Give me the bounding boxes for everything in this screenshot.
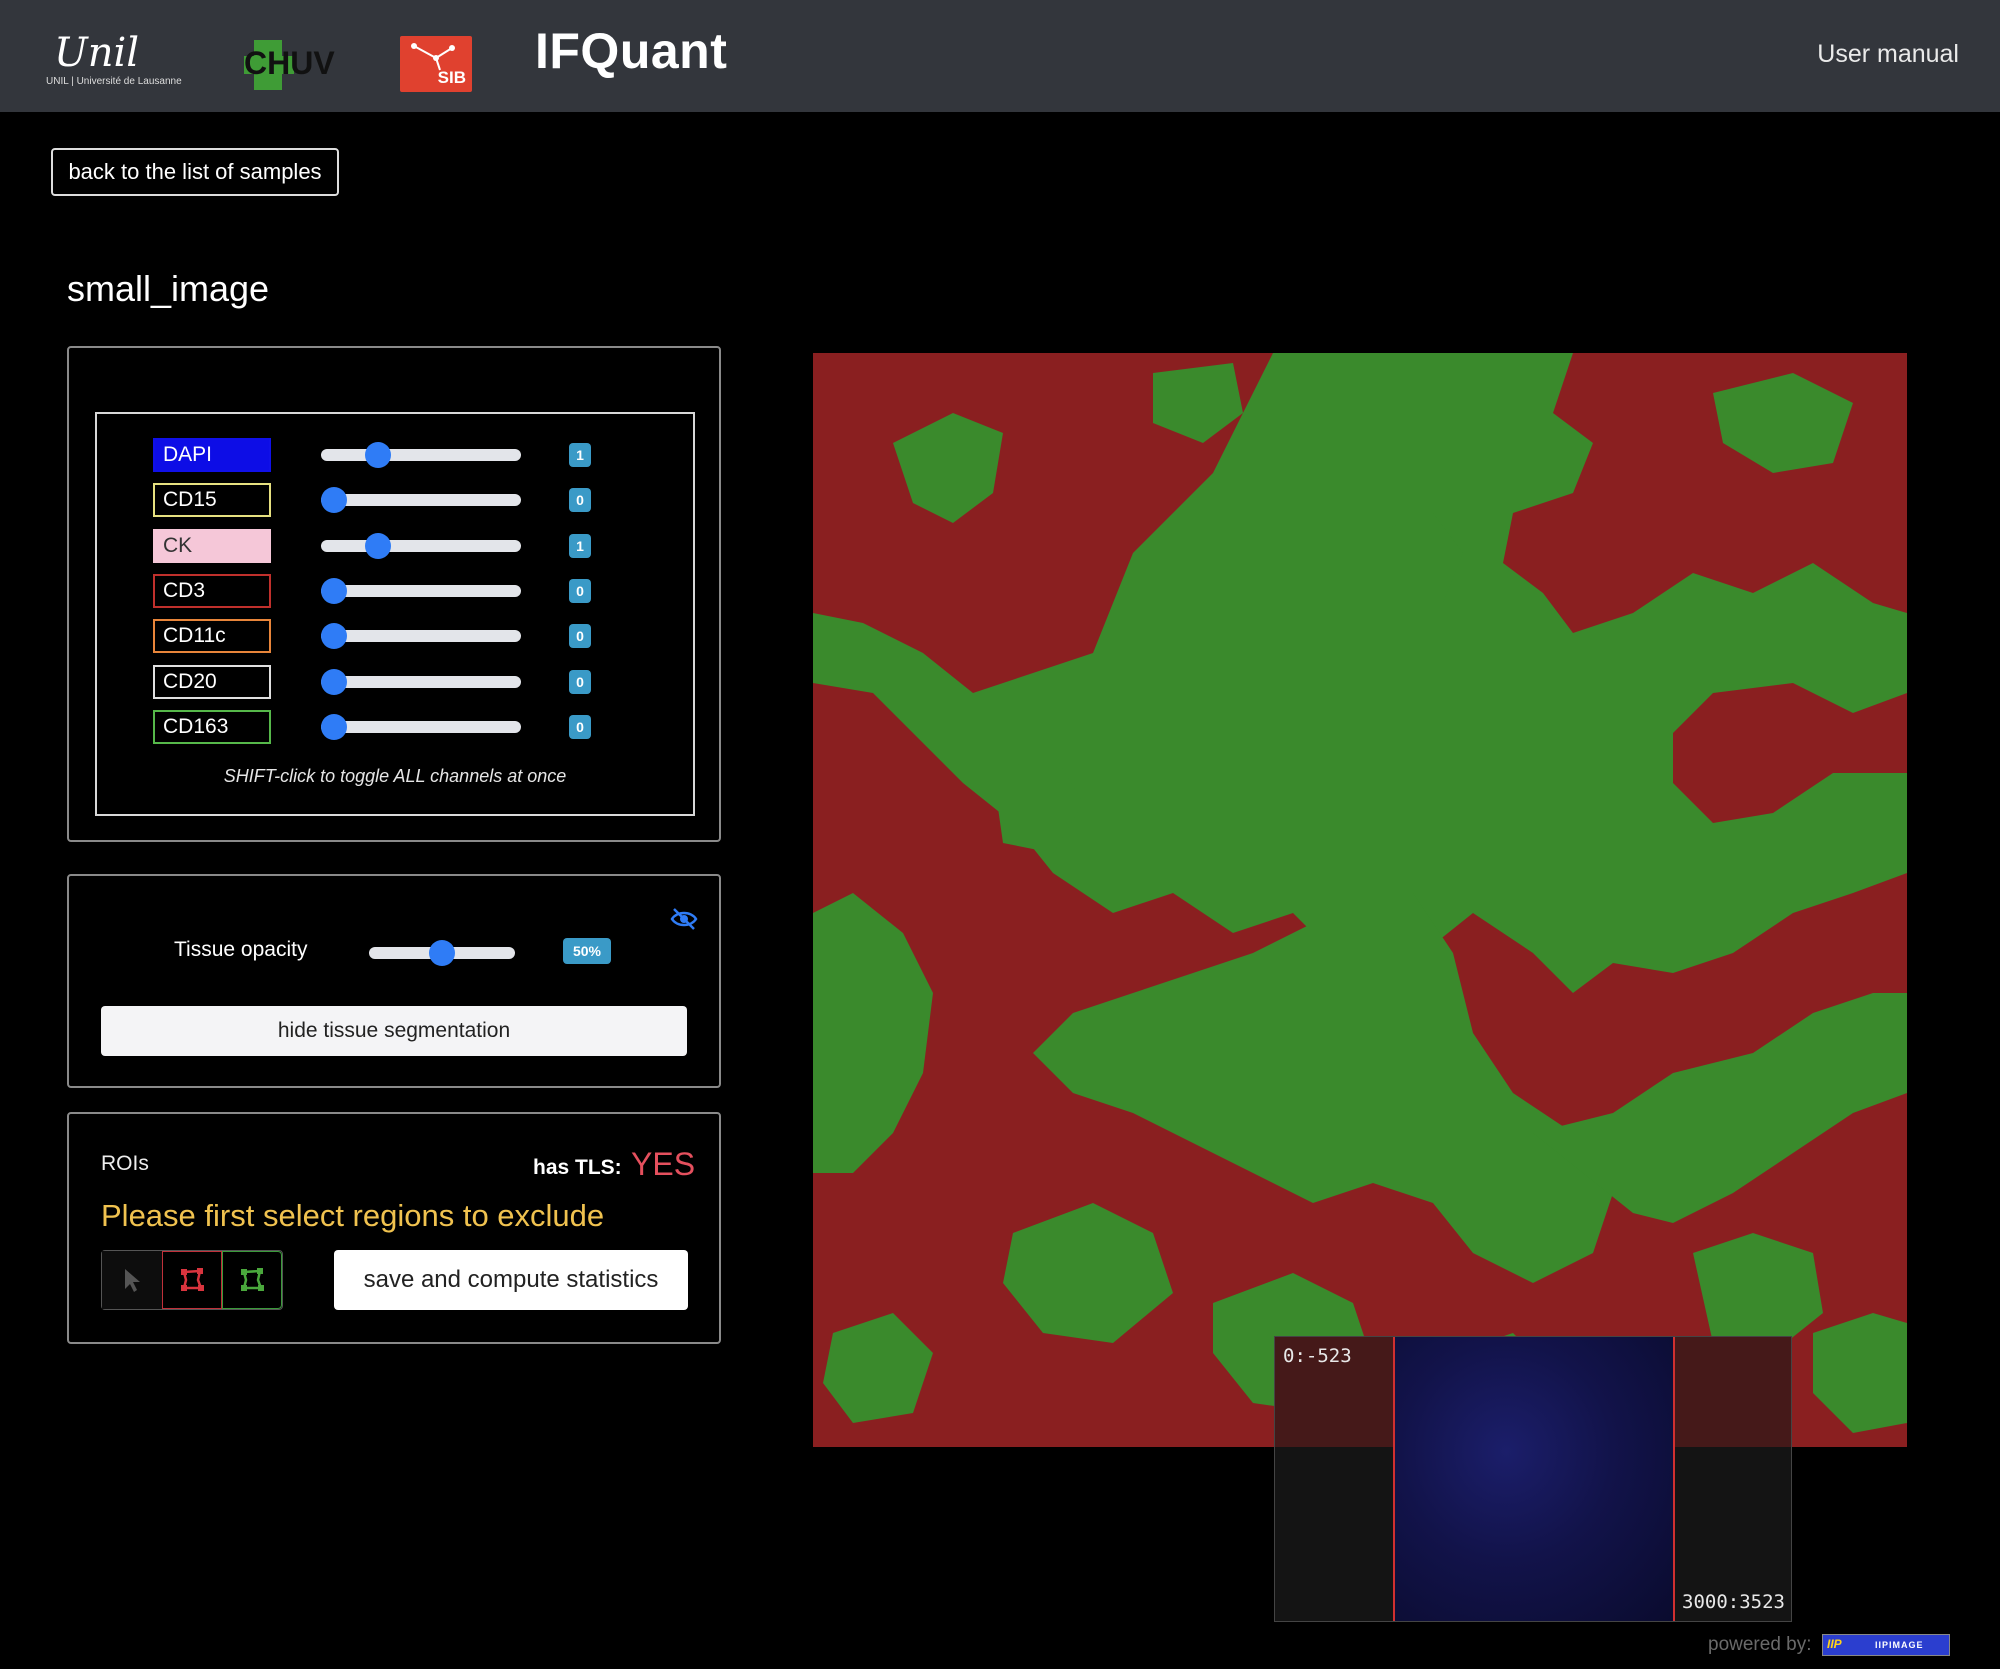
roi-label: ROIs (101, 1152, 149, 1175)
chuv-logo[interactable]: CHUV (244, 38, 350, 92)
navigator-minimap[interactable]: 0:-523 3000:3523 (1274, 1336, 1792, 1622)
channel-toggle-ck[interactable]: CK (153, 528, 271, 563)
tls-label: has TLS: (533, 1156, 622, 1179)
channel-toggle-dapi[interactable]: DAPI (153, 438, 271, 472)
user-manual-link[interactable]: User manual (1817, 40, 1959, 69)
iip-logo-left: IIP (1827, 1637, 1842, 1651)
top-navbar: Unil UNIL | Université de Lausanne CHUV … (0, 0, 2000, 112)
roi-tool-group (101, 1250, 283, 1310)
channel-slider-knob[interactable] (321, 713, 347, 740)
channel-toggle-cd20[interactable]: CD20 (153, 664, 271, 699)
tissue-opacity-label: Tissue opacity (174, 938, 308, 961)
tls-value: YES (631, 1146, 696, 1182)
channel-row-cd15: CD15 0 (97, 483, 693, 519)
channel-slider-ck[interactable] (321, 532, 521, 559)
tissue-segmentation-image[interactable] (813, 353, 1907, 1447)
iipimage-logo[interactable]: IIP IIPIMAGE (1822, 1634, 1950, 1656)
channel-slider-knob[interactable] (321, 623, 347, 650)
channel-value-badge: 0 (569, 669, 591, 694)
channel-slider-dapi[interactable] (321, 442, 521, 468)
powered-by-label: powered by: (1708, 1634, 1812, 1655)
tissue-opacity-slider[interactable] (369, 940, 515, 966)
channel-toggle-cd11c[interactable]: CD11c (153, 619, 271, 654)
svg-text:CHUV: CHUV (244, 45, 335, 81)
channel-slider-knob[interactable] (321, 577, 347, 604)
channel-row-ck: CK 1 (97, 528, 693, 565)
channel-value-badge: 1 (569, 533, 591, 558)
channel-row-dapi: DAPI 1 (97, 438, 693, 474)
channel-slider-cd20[interactable] (321, 668, 521, 695)
save-compute-statistics-button[interactable]: save and compute statistics (334, 1250, 688, 1310)
exclude-polygon-icon (181, 1268, 204, 1291)
channel-row-cd3: CD3 0 (97, 573, 693, 610)
tissue-panel: Tissue opacity 50% hide tissue segmentat… (67, 874, 721, 1088)
image-viewer[interactable] (813, 353, 1907, 1447)
back-to-samples-button[interactable]: back to the list of samples (51, 148, 339, 196)
channel-panel: DAPI 1 CD15 0 CK 1 CD3 0 CD11c 0 CD20 0 CD163 0 SHIFT… (67, 346, 721, 842)
app-title: IFQuant (535, 23, 728, 79)
exclude-region-button[interactable] (162, 1251, 222, 1309)
channel-toggle-cd3[interactable]: CD3 (153, 573, 271, 608)
sib-logo-text: SIB (437, 68, 466, 87)
channel-toggle-cd163[interactable]: CD163 (153, 709, 271, 744)
include-region-button[interactable] (222, 1251, 282, 1309)
include-polygon-icon (241, 1268, 264, 1291)
channel-slider-knob[interactable] (364, 532, 391, 559)
channel-slider-cd3[interactable] (321, 577, 521, 604)
channel-slider-knob[interactable] (364, 442, 391, 468)
navigator-overlay-right (1675, 1337, 1791, 1447)
tissue-opacity-value: 50% (563, 938, 611, 964)
channel-slider-cd15[interactable] (321, 487, 521, 514)
channel-value-badge: 0 (569, 488, 591, 513)
unil-logo-subtitle: UNIL | Université de Lausanne (46, 76, 182, 87)
channel-row-cd11c: CD11c 0 (97, 619, 693, 655)
channel-value-badge: 1 (569, 443, 591, 467)
sib-logo[interactable]: SIB (400, 36, 472, 92)
sample-title: small_image (67, 268, 270, 309)
iip-logo-right: IIPIMAGE (1875, 1640, 1924, 1650)
roi-warning: Please first select regions to exclude (101, 1198, 605, 1233)
channel-list: DAPI 1 CD15 0 CK 1 CD3 0 CD11c 0 CD20 0 CD163 0 SHIFT… (95, 412, 695, 816)
channel-toggle-cd15[interactable]: CD15 (153, 483, 271, 518)
navigator-viewport[interactable] (1393, 1337, 1675, 1621)
channel-row-cd20: CD20 0 (97, 664, 693, 701)
cursor-icon (125, 1269, 140, 1292)
channel-hint: SHIFT-click to toggle ALL channels at on… (223, 766, 567, 786)
navigator-coord-end: 3000:3523 (1682, 1591, 1785, 1613)
channel-slider-knob[interactable] (321, 668, 347, 695)
unil-logo-script: Unil (54, 30, 140, 76)
channel-value-badge: 0 (569, 578, 591, 603)
channel-row-cd163: CD163 0 (97, 709, 693, 746)
unil-logo[interactable]: Unil UNIL | Université de Lausanne (46, 30, 196, 90)
channel-slider-knob[interactable] (321, 487, 347, 514)
hide-tissue-segmentation-button[interactable]: hide tissue segmentation (101, 1006, 687, 1056)
channel-value-badge: 0 (569, 714, 591, 739)
navigator-coord-start: 0:-523 (1283, 1345, 1352, 1367)
cursor-tool-button[interactable] (102, 1251, 162, 1309)
tissue-opacity-knob[interactable] (429, 940, 455, 966)
channel-value-badge: 0 (569, 624, 591, 649)
channel-slider-cd11c[interactable] (321, 623, 521, 650)
eye-slash-icon[interactable] (669, 906, 699, 932)
channel-slider-cd163[interactable] (321, 713, 521, 740)
roi-panel: ROIs has TLS: YES Please first select re… (67, 1112, 721, 1344)
